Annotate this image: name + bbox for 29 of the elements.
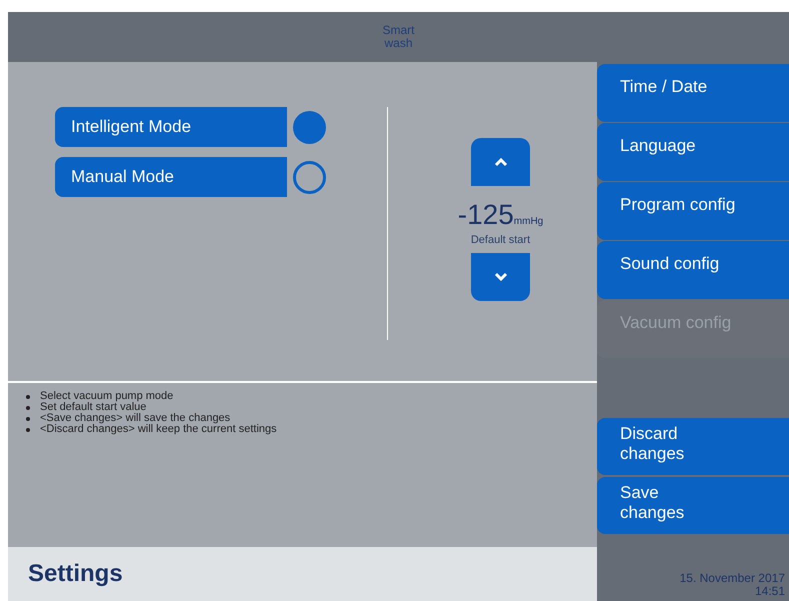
radio-button[interactable]: [293, 160, 326, 194]
action-button[interactable]: Save changes: [597, 477, 789, 534]
unit-label: mmHg: [514, 215, 544, 229]
date-text: 15. November 2017: [680, 572, 785, 585]
decrease-button[interactable]: [471, 252, 530, 300]
mode-button[interactable]: Intelligent Mode: [55, 107, 287, 147]
bullet-icon: [26, 406, 30, 410]
hint-text: Select vacuum pump mode: [40, 391, 174, 402]
chevron-up-icon: [494, 158, 508, 166]
bullet-icon: [26, 416, 30, 420]
hint-text: <Discard changes> will keep the current settings: [40, 424, 277, 435]
chevron-down-icon: [494, 272, 508, 281]
vacuum-value: -125: [458, 200, 514, 230]
hint-text: Set default start value: [40, 402, 146, 413]
page-title: Settings: [28, 559, 123, 589]
radio-button[interactable]: [293, 110, 326, 144]
action-button[interactable]: Discard changes: [597, 418, 789, 475]
hint-text: <Save changes> will save the changes: [40, 413, 230, 424]
mode-button[interactable]: Manual Mode: [55, 157, 287, 197]
time-text: 14:51: [754, 585, 785, 598]
app-title: Smart wash: [381, 24, 416, 50]
menu-item[interactable]: Language: [597, 123, 789, 181]
menu-item[interactable]: Program config: [597, 182, 789, 240]
menu-item[interactable]: Sound config: [597, 241, 789, 299]
bullet-icon: [26, 394, 30, 398]
bullet-icon: [26, 428, 30, 432]
value-caption: Default start: [470, 233, 530, 248]
menu-item[interactable]: Time / Date: [597, 64, 789, 122]
increase-button[interactable]: [471, 138, 530, 186]
